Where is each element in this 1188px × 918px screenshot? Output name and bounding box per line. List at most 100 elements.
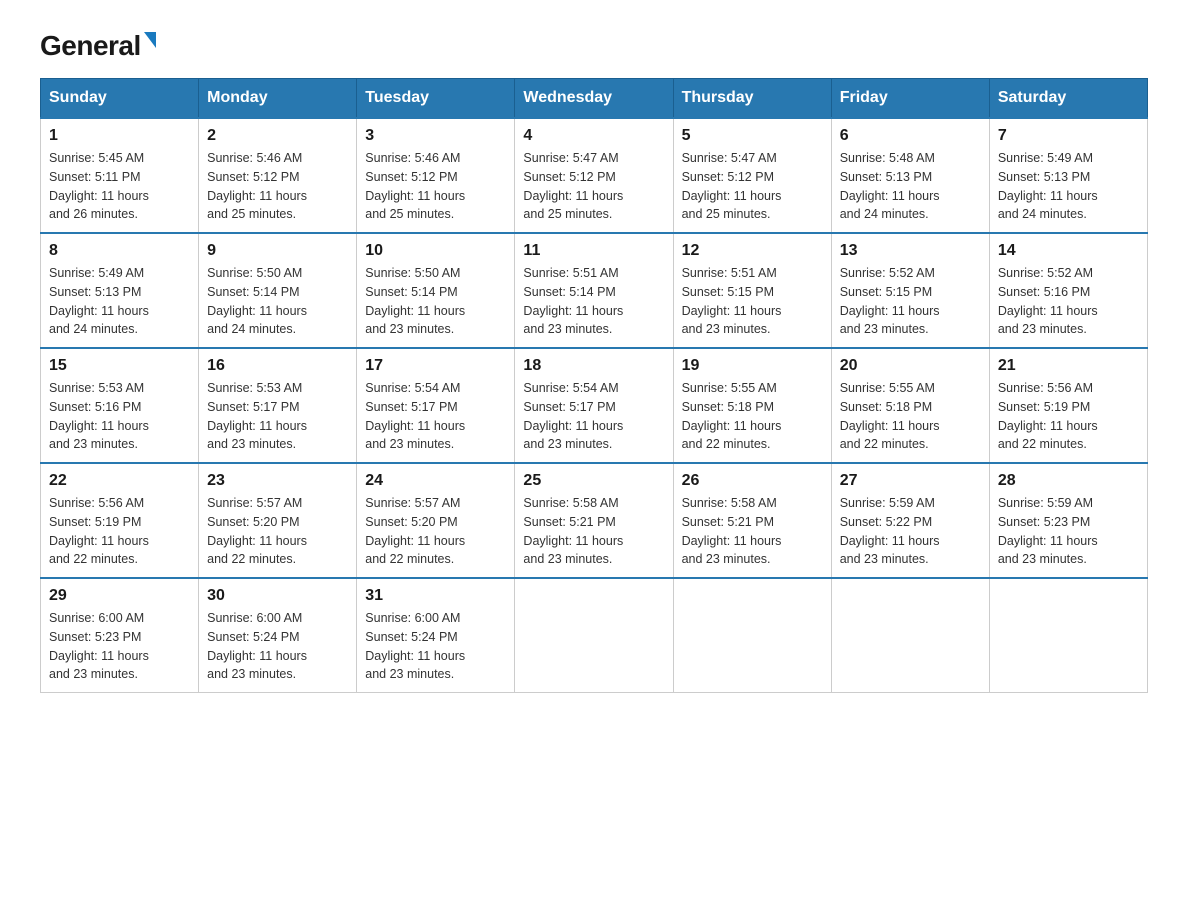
- day-info: Sunrise: 5:50 AM Sunset: 5:14 PM Dayligh…: [207, 264, 348, 339]
- logo: General: [40, 30, 156, 58]
- logo-triangle-icon: [144, 32, 156, 48]
- day-info: Sunrise: 5:55 AM Sunset: 5:18 PM Dayligh…: [682, 379, 823, 454]
- calendar-cell: 8 Sunrise: 5:49 AM Sunset: 5:13 PM Dayli…: [41, 233, 199, 348]
- calendar-cell: 7 Sunrise: 5:49 AM Sunset: 5:13 PM Dayli…: [989, 118, 1147, 233]
- calendar-cell: 17 Sunrise: 5:54 AM Sunset: 5:17 PM Dayl…: [357, 348, 515, 463]
- calendar-cell: 9 Sunrise: 5:50 AM Sunset: 5:14 PM Dayli…: [199, 233, 357, 348]
- day-info: Sunrise: 5:59 AM Sunset: 5:23 PM Dayligh…: [998, 494, 1139, 569]
- calendar-header-monday: Monday: [199, 79, 357, 119]
- day-info: Sunrise: 5:47 AM Sunset: 5:12 PM Dayligh…: [682, 149, 823, 224]
- calendar-cell: [831, 578, 989, 693]
- calendar-cell: 4 Sunrise: 5:47 AM Sunset: 5:12 PM Dayli…: [515, 118, 673, 233]
- calendar-cell: 11 Sunrise: 5:51 AM Sunset: 5:14 PM Dayl…: [515, 233, 673, 348]
- day-number: 21: [998, 357, 1139, 375]
- day-info: Sunrise: 5:47 AM Sunset: 5:12 PM Dayligh…: [523, 149, 664, 224]
- calendar-cell: [515, 578, 673, 693]
- day-info: Sunrise: 5:50 AM Sunset: 5:14 PM Dayligh…: [365, 264, 506, 339]
- calendar-cell: 21 Sunrise: 5:56 AM Sunset: 5:19 PM Dayl…: [989, 348, 1147, 463]
- calendar-week-row: 22 Sunrise: 5:56 AM Sunset: 5:19 PM Dayl…: [41, 463, 1148, 578]
- day-info: Sunrise: 6:00 AM Sunset: 5:24 PM Dayligh…: [365, 609, 506, 684]
- calendar-cell: 2 Sunrise: 5:46 AM Sunset: 5:12 PM Dayli…: [199, 118, 357, 233]
- calendar-cell: 28 Sunrise: 5:59 AM Sunset: 5:23 PM Dayl…: [989, 463, 1147, 578]
- calendar-cell: 23 Sunrise: 5:57 AM Sunset: 5:20 PM Dayl…: [199, 463, 357, 578]
- calendar-cell: 6 Sunrise: 5:48 AM Sunset: 5:13 PM Dayli…: [831, 118, 989, 233]
- day-number: 31: [365, 587, 506, 605]
- logo-general-text: General: [40, 30, 141, 62]
- calendar-cell: 29 Sunrise: 6:00 AM Sunset: 5:23 PM Dayl…: [41, 578, 199, 693]
- calendar-cell: [989, 578, 1147, 693]
- calendar-cell: 1 Sunrise: 5:45 AM Sunset: 5:11 PM Dayli…: [41, 118, 199, 233]
- calendar-week-row: 8 Sunrise: 5:49 AM Sunset: 5:13 PM Dayli…: [41, 233, 1148, 348]
- calendar-week-row: 15 Sunrise: 5:53 AM Sunset: 5:16 PM Dayl…: [41, 348, 1148, 463]
- calendar-cell: 12 Sunrise: 5:51 AM Sunset: 5:15 PM Dayl…: [673, 233, 831, 348]
- day-info: Sunrise: 5:59 AM Sunset: 5:22 PM Dayligh…: [840, 494, 981, 569]
- day-info: Sunrise: 5:52 AM Sunset: 5:16 PM Dayligh…: [998, 264, 1139, 339]
- day-number: 3: [365, 127, 506, 145]
- day-number: 24: [365, 472, 506, 490]
- day-info: Sunrise: 5:56 AM Sunset: 5:19 PM Dayligh…: [998, 379, 1139, 454]
- day-number: 16: [207, 357, 348, 375]
- day-number: 28: [998, 472, 1139, 490]
- calendar-cell: 24 Sunrise: 5:57 AM Sunset: 5:20 PM Dayl…: [357, 463, 515, 578]
- calendar-cell: 13 Sunrise: 5:52 AM Sunset: 5:15 PM Dayl…: [831, 233, 989, 348]
- day-number: 10: [365, 242, 506, 260]
- calendar-cell: [673, 578, 831, 693]
- calendar-cell: 16 Sunrise: 5:53 AM Sunset: 5:17 PM Dayl…: [199, 348, 357, 463]
- day-info: Sunrise: 5:58 AM Sunset: 5:21 PM Dayligh…: [682, 494, 823, 569]
- day-number: 14: [998, 242, 1139, 260]
- day-info: Sunrise: 6:00 AM Sunset: 5:24 PM Dayligh…: [207, 609, 348, 684]
- day-number: 8: [49, 242, 190, 260]
- day-info: Sunrise: 5:54 AM Sunset: 5:17 PM Dayligh…: [523, 379, 664, 454]
- calendar-cell: 14 Sunrise: 5:52 AM Sunset: 5:16 PM Dayl…: [989, 233, 1147, 348]
- day-number: 2: [207, 127, 348, 145]
- calendar-header-tuesday: Tuesday: [357, 79, 515, 119]
- day-info: Sunrise: 5:49 AM Sunset: 5:13 PM Dayligh…: [998, 149, 1139, 224]
- day-number: 25: [523, 472, 664, 490]
- day-number: 18: [523, 357, 664, 375]
- day-info: Sunrise: 5:55 AM Sunset: 5:18 PM Dayligh…: [840, 379, 981, 454]
- day-info: Sunrise: 5:57 AM Sunset: 5:20 PM Dayligh…: [207, 494, 348, 569]
- day-number: 26: [682, 472, 823, 490]
- day-info: Sunrise: 5:58 AM Sunset: 5:21 PM Dayligh…: [523, 494, 664, 569]
- calendar-cell: 25 Sunrise: 5:58 AM Sunset: 5:21 PM Dayl…: [515, 463, 673, 578]
- calendar-cell: 20 Sunrise: 5:55 AM Sunset: 5:18 PM Dayl…: [831, 348, 989, 463]
- calendar-cell: 5 Sunrise: 5:47 AM Sunset: 5:12 PM Dayli…: [673, 118, 831, 233]
- day-number: 22: [49, 472, 190, 490]
- calendar-cell: 26 Sunrise: 5:58 AM Sunset: 5:21 PM Dayl…: [673, 463, 831, 578]
- day-number: 12: [682, 242, 823, 260]
- day-info: Sunrise: 5:56 AM Sunset: 5:19 PM Dayligh…: [49, 494, 190, 569]
- calendar-header-thursday: Thursday: [673, 79, 831, 119]
- day-info: Sunrise: 5:53 AM Sunset: 5:16 PM Dayligh…: [49, 379, 190, 454]
- day-number: 1: [49, 127, 190, 145]
- day-number: 20: [840, 357, 981, 375]
- calendar-cell: 18 Sunrise: 5:54 AM Sunset: 5:17 PM Dayl…: [515, 348, 673, 463]
- calendar-cell: 22 Sunrise: 5:56 AM Sunset: 5:19 PM Dayl…: [41, 463, 199, 578]
- calendar-cell: 30 Sunrise: 6:00 AM Sunset: 5:24 PM Dayl…: [199, 578, 357, 693]
- calendar-cell: 3 Sunrise: 5:46 AM Sunset: 5:12 PM Dayli…: [357, 118, 515, 233]
- day-number: 23: [207, 472, 348, 490]
- calendar-header-sunday: Sunday: [41, 79, 199, 119]
- day-number: 27: [840, 472, 981, 490]
- day-info: Sunrise: 5:54 AM Sunset: 5:17 PM Dayligh…: [365, 379, 506, 454]
- calendar-header-friday: Friday: [831, 79, 989, 119]
- day-number: 17: [365, 357, 506, 375]
- day-number: 11: [523, 242, 664, 260]
- day-info: Sunrise: 5:46 AM Sunset: 5:12 PM Dayligh…: [365, 149, 506, 224]
- day-number: 5: [682, 127, 823, 145]
- calendar-cell: 19 Sunrise: 5:55 AM Sunset: 5:18 PM Dayl…: [673, 348, 831, 463]
- day-number: 30: [207, 587, 348, 605]
- day-info: Sunrise: 5:57 AM Sunset: 5:20 PM Dayligh…: [365, 494, 506, 569]
- calendar-cell: 15 Sunrise: 5:53 AM Sunset: 5:16 PM Dayl…: [41, 348, 199, 463]
- day-info: Sunrise: 5:52 AM Sunset: 5:15 PM Dayligh…: [840, 264, 981, 339]
- day-number: 13: [840, 242, 981, 260]
- day-info: Sunrise: 5:45 AM Sunset: 5:11 PM Dayligh…: [49, 149, 190, 224]
- calendar-cell: 10 Sunrise: 5:50 AM Sunset: 5:14 PM Dayl…: [357, 233, 515, 348]
- calendar-table: SundayMondayTuesdayWednesdayThursdayFrid…: [40, 78, 1148, 693]
- day-number: 4: [523, 127, 664, 145]
- calendar-cell: 31 Sunrise: 6:00 AM Sunset: 5:24 PM Dayl…: [357, 578, 515, 693]
- day-number: 7: [998, 127, 1139, 145]
- day-number: 19: [682, 357, 823, 375]
- calendar-header-wednesday: Wednesday: [515, 79, 673, 119]
- day-info: Sunrise: 6:00 AM Sunset: 5:23 PM Dayligh…: [49, 609, 190, 684]
- day-number: 6: [840, 127, 981, 145]
